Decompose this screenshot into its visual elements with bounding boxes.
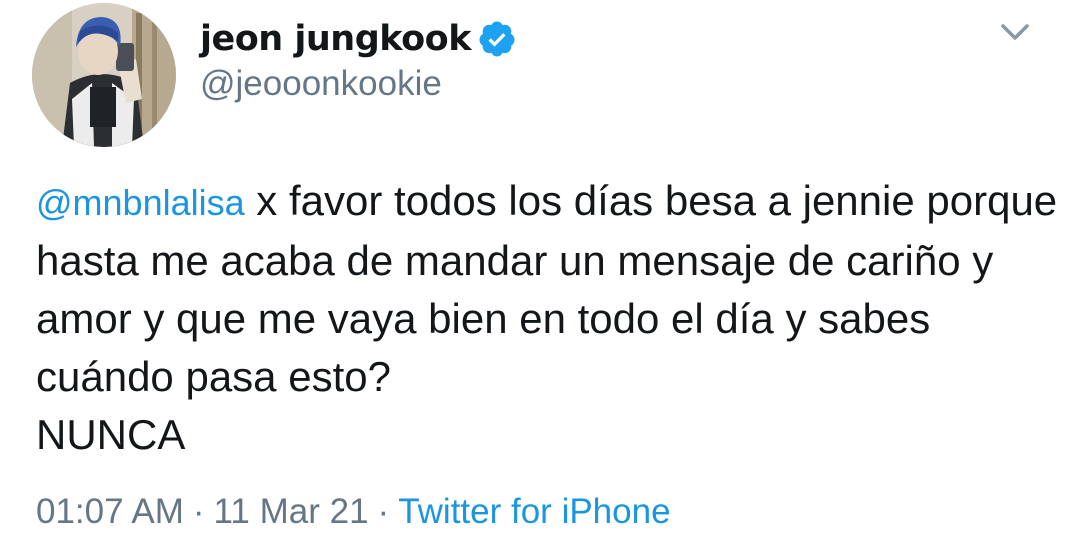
user-handle[interactable]: @jeooonkookie: [200, 64, 442, 104]
tweet-text: @mnbnlalisa x favor todos los días besa …: [36, 172, 1066, 464]
avatar[interactable]: [32, 3, 176, 147]
tweet-time[interactable]: 01:07 AM: [36, 492, 184, 532]
tweet-card: jeon jungkook @jeooonkookie @mnbnlalisa …: [0, 0, 1080, 546]
avatar-photo: [32, 3, 176, 147]
verified-badge-icon: [479, 21, 515, 57]
meta-separator: ·: [377, 492, 390, 531]
tweet-source-link[interactable]: Twitter for iPhone: [398, 492, 670, 532]
display-name[interactable]: jeon jungkook: [200, 19, 471, 59]
tweet-meta: 01:07 AM · 11 Mar 21 · Twitter for iPhon…: [36, 492, 671, 532]
mention-link[interactable]: @mnbnlalisa: [36, 182, 245, 223]
chevron-down-icon[interactable]: [995, 15, 1035, 49]
meta-separator: ·: [192, 492, 205, 531]
tweet-date[interactable]: 11 Mar 21: [214, 492, 369, 532]
author-row: jeon jungkook: [200, 14, 517, 64]
